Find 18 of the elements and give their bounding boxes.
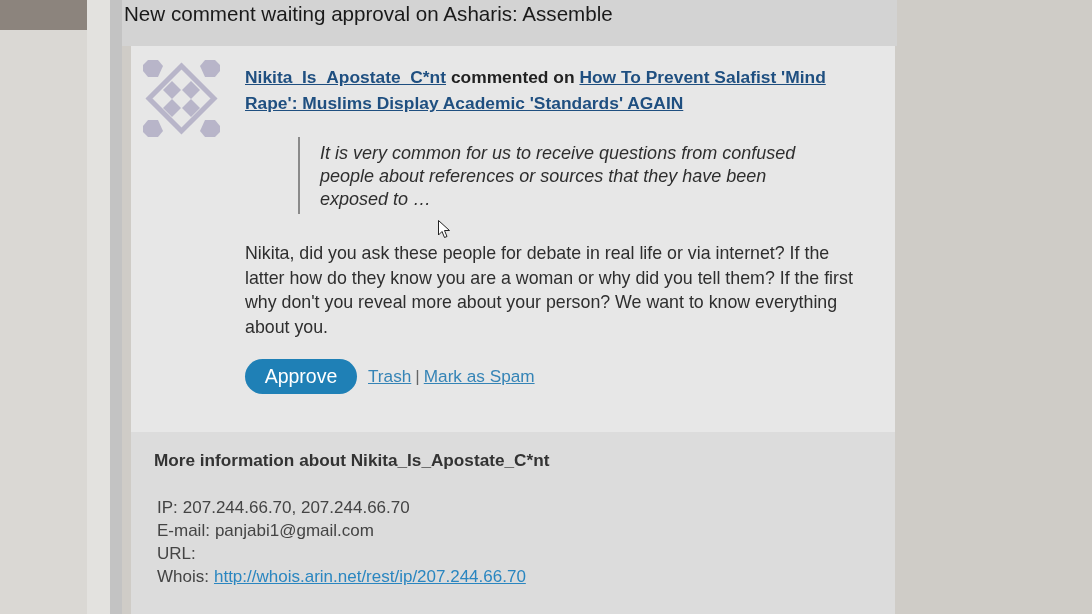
whois-link[interactable]: http://whois.arin.net/rest/ip/207.244.66.70	[213, 565, 526, 588]
author-link[interactable]: Nikita_Is_Apostate_C*nt	[245, 67, 447, 87]
author-info-title: More information about Nikita_Is_Apostate_C*nt	[154, 450, 550, 470]
field-value: 207.244.66.70, 207.244.66.70	[182, 497, 410, 519]
cursor-icon	[438, 220, 450, 238]
field-label: Whois:	[157, 566, 209, 588]
field-label: IP:	[157, 497, 178, 519]
comment-text: Nikita, did you ask these people for debate in real life or via internet? If the latter how do they know you are a woman or why did you tell them? If the first why don't you reveal more about your person? We want to know everything about you.	[245, 242, 854, 339]
notification-title: New comment waiting approval on Asharis: Assemble	[124, 2, 613, 25]
field-label: E-mail:	[157, 520, 210, 542]
quoted-excerpt: It is very common for us to receive questions from confused people about references or sources that they have been exposed to …	[320, 142, 797, 211]
action-link[interactable]: Trash	[368, 363, 412, 390]
comment-heading: Nikita_Is_Apostate_C*nt commented on How To Prevent Salafist 'Mind Rape': Muslims Display Academic 'Standards' AGAIN	[245, 66, 827, 115]
field-value: panjabi1@gmail.com	[214, 520, 374, 542]
avatar-pattern-icon	[143, 60, 220, 137]
approve-button[interactable]: Approve	[245, 359, 357, 394]
separator: |	[415, 364, 420, 388]
action-link[interactable]: Mark as Spam	[423, 363, 535, 390]
